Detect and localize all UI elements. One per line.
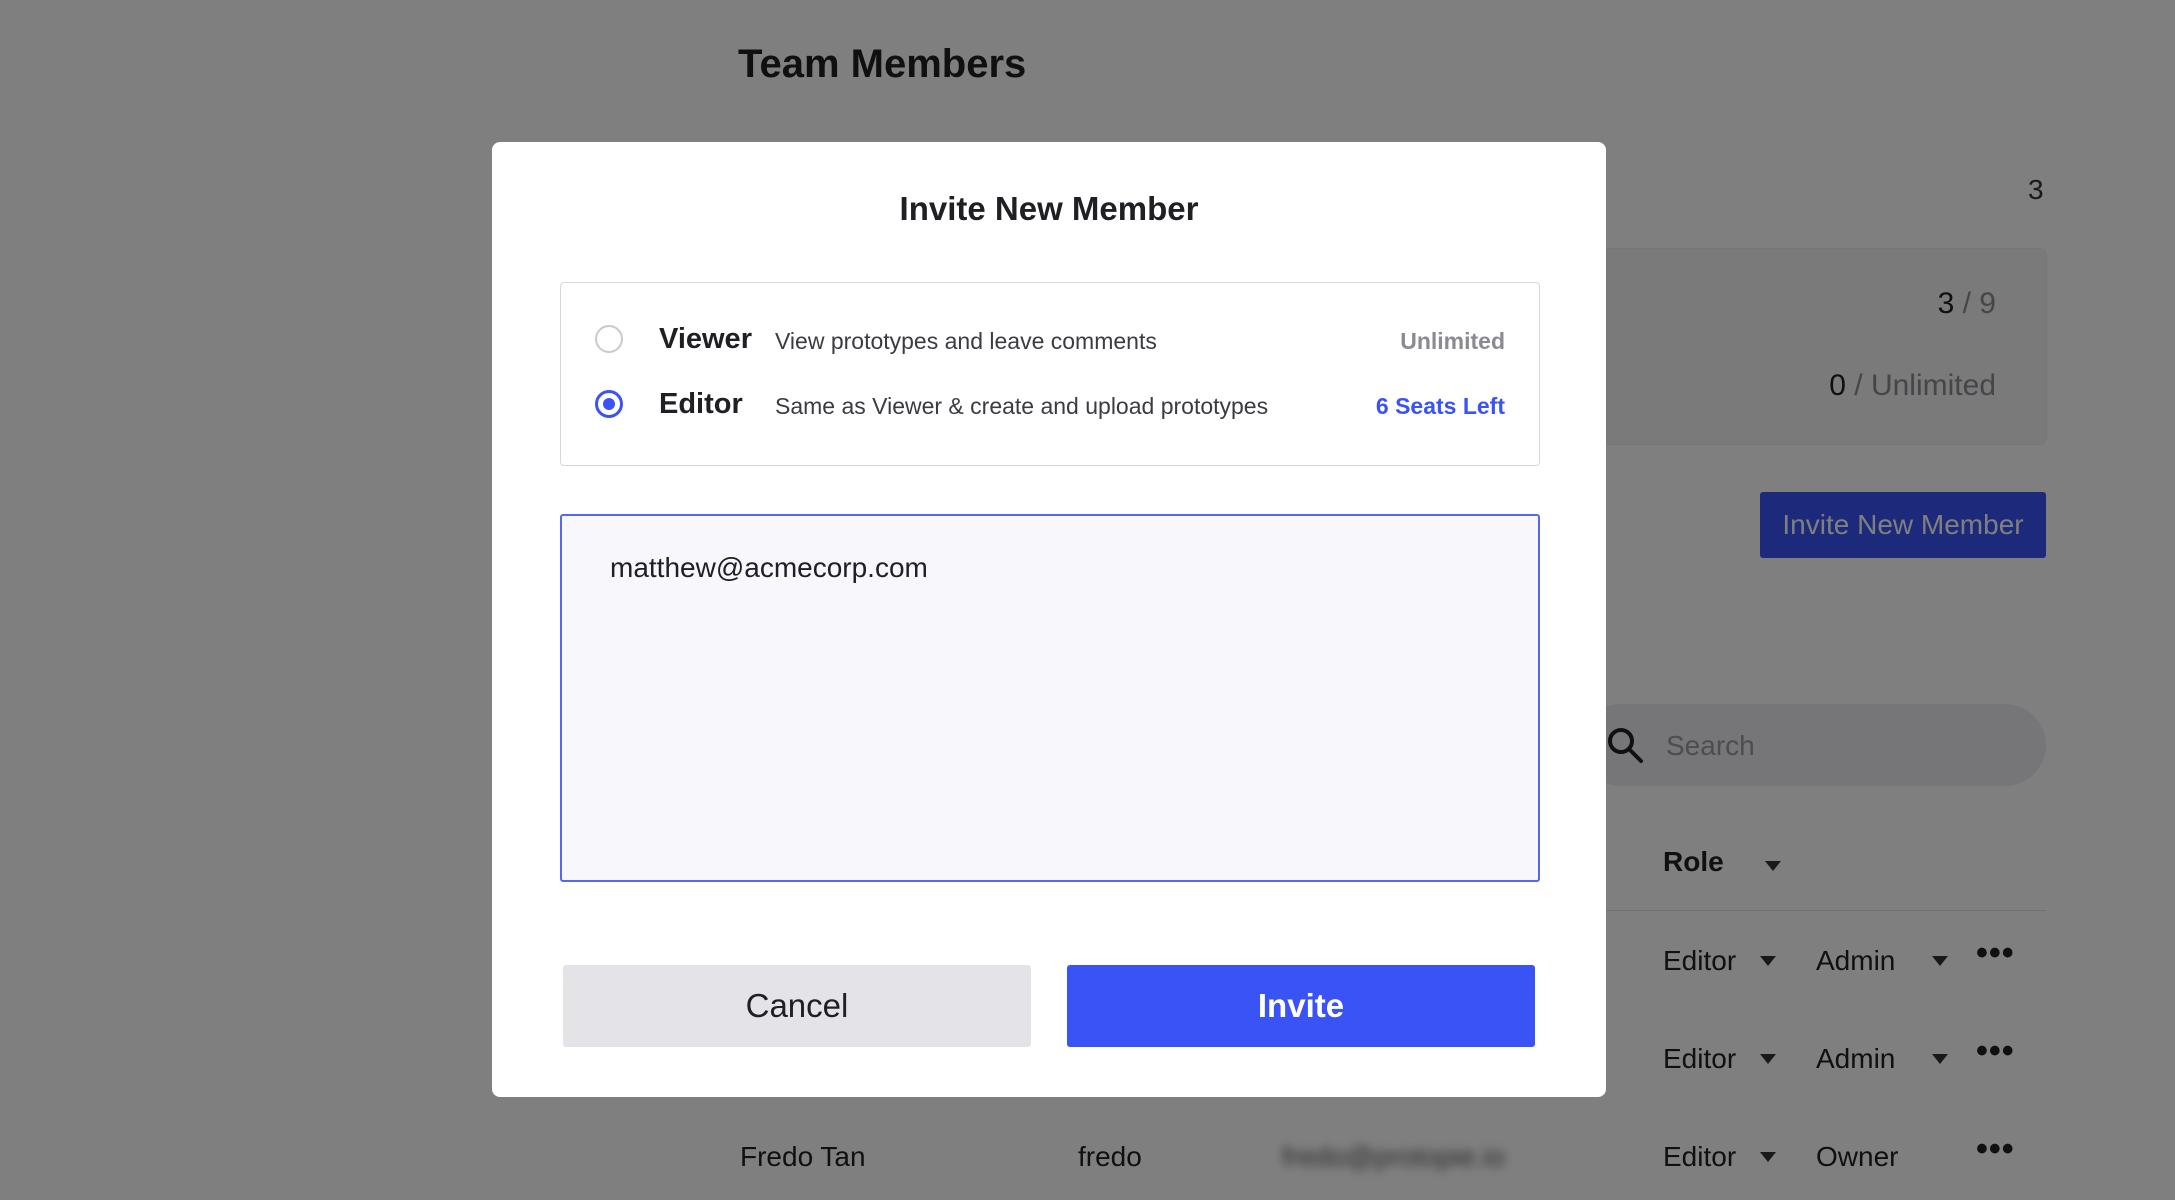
email-input[interactable]: matthew@acmecorp.com [560,514,1540,882]
editor-radio[interactable] [595,390,623,418]
viewer-availability: Unlimited [1400,328,1505,354]
viewer-role-description: View prototypes and leave comments [775,328,1157,354]
editor-role-description: Same as Viewer & create and upload proto… [775,393,1269,419]
cancel-button[interactable]: Cancel [563,965,1031,1047]
editor-role-name[interactable]: Editor [659,388,743,421]
viewer-role-name[interactable]: Viewer [659,323,752,356]
viewer-radio[interactable] [595,325,623,353]
invite-member-dialog: Invite New Member Viewer View prototypes… [492,142,1606,1097]
editor-availability: 6 Seats Left [1375,393,1505,419]
invite-button[interactable]: Invite [1067,965,1535,1047]
dialog-title: Invite New Member [899,190,1199,227]
role-selector: Viewer View prototypes and leave comment… [560,282,1540,466]
